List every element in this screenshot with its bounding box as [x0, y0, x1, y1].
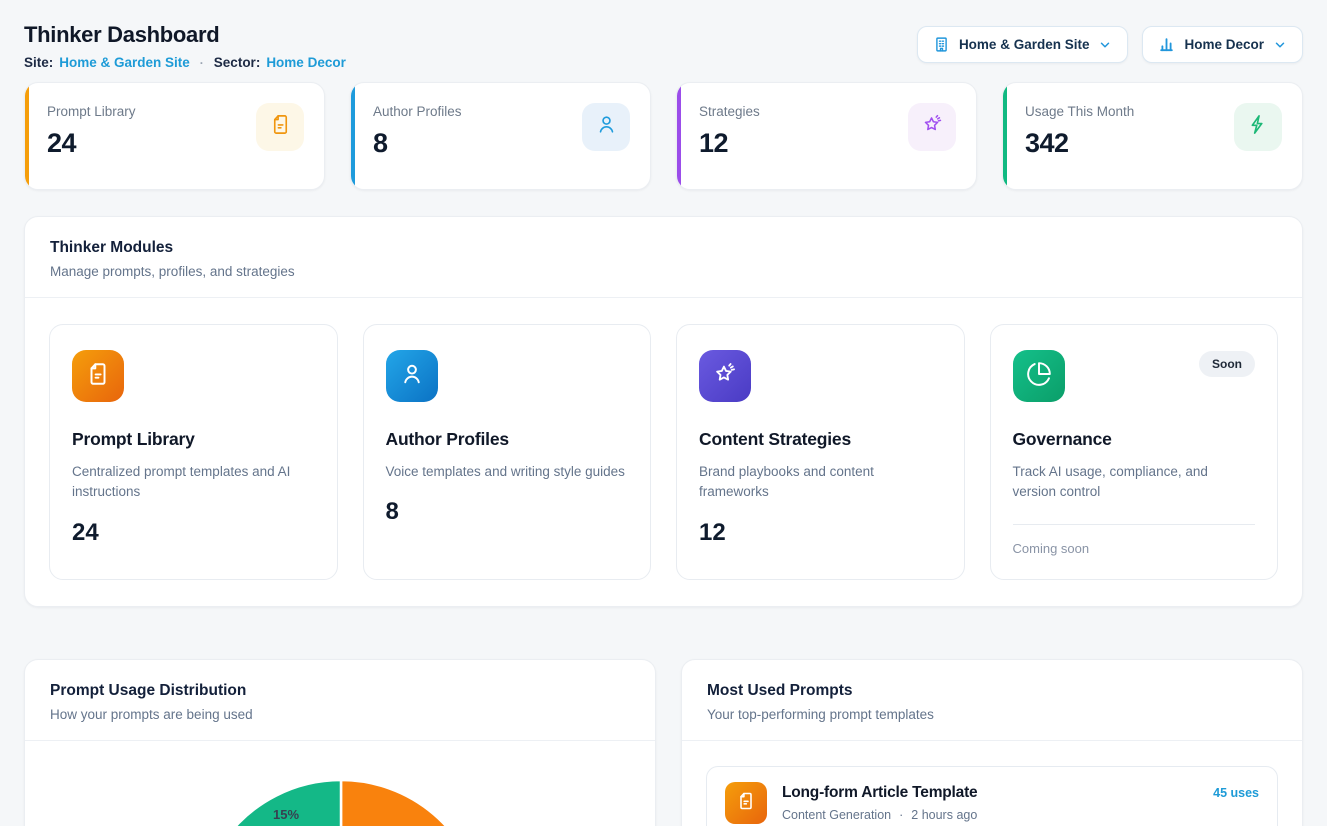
sparkle-star-icon — [921, 113, 944, 141]
stat-icon-box — [256, 103, 304, 151]
modules-title: Thinker Modules — [50, 239, 1277, 257]
page-title: Thinker Dashboard — [24, 22, 346, 48]
donut-segment — [341, 780, 484, 826]
site-selector-label: Home & Garden Site — [959, 37, 1090, 52]
stat-icon-box — [908, 103, 956, 151]
chevron-down-icon — [1273, 38, 1287, 52]
stat-card-usage: Usage This Month 342 — [1002, 82, 1303, 190]
prompt-list: Long-form Article Template Content Gener… — [682, 741, 1302, 826]
module-description: Centralized prompt templates and AI inst… — [72, 462, 315, 503]
meta-dot: · — [899, 808, 903, 822]
pie-chart-icon — [1026, 361, 1052, 392]
header-selectors: Home & Garden Site Home Decor — [917, 26, 1303, 63]
donut-chart-area: 15% — [25, 741, 655, 826]
stat-accent — [677, 83, 681, 189]
sector-selector-label: Home Decor — [1184, 37, 1264, 52]
module-icon-box — [1013, 350, 1065, 402]
module-icon-box — [386, 350, 438, 402]
modules-grid: Prompt Library Centralized prompt templa… — [25, 298, 1302, 606]
module-title: Prompt Library — [72, 429, 315, 450]
stat-accent — [351, 83, 355, 189]
prompt-uses-badge: 45 uses — [1213, 786, 1259, 800]
module-icon-box — [72, 350, 124, 402]
stat-card-author-profiles: Author Profiles 8 — [350, 82, 651, 190]
site-selector-button[interactable]: Home & Garden Site — [917, 26, 1129, 63]
document-icon — [85, 361, 111, 392]
prompt-time: 2 hours ago — [911, 808, 977, 822]
usage-panel-subtitle: How your prompts are being used — [50, 707, 630, 722]
bar-chart-icon — [1158, 36, 1175, 53]
building-icon — [933, 36, 950, 53]
sparkle-star-icon — [712, 361, 738, 392]
prompt-item-body: Long-form Article Template Content Gener… — [782, 784, 1259, 822]
stat-icon-box — [1234, 103, 1282, 151]
module-stat: 8 — [386, 498, 629, 526]
module-stat: 12 — [699, 519, 942, 547]
stat-icon-box — [582, 103, 630, 151]
module-icon-box — [699, 350, 751, 402]
breadcrumb-dot: · — [200, 56, 204, 70]
module-title: Governance — [1013, 429, 1256, 450]
stat-accent — [1003, 83, 1007, 189]
prompts-panel-title: Most Used Prompts — [707, 682, 1277, 700]
module-title: Author Profiles — [386, 429, 629, 450]
prompt-list-item[interactable]: Long-form Article Template Content Gener… — [706, 766, 1278, 826]
sector-label: Sector: — [214, 55, 261, 70]
module-title: Content Strategies — [699, 429, 942, 450]
donut-chart: 15% — [25, 741, 655, 826]
document-icon — [736, 791, 756, 816]
stat-card-strategies: Strategies 12 — [676, 82, 977, 190]
soon-badge: Soon — [1199, 351, 1255, 377]
prompt-category: Content Generation — [782, 808, 891, 822]
prompt-title: Long-form Article Template — [782, 784, 1213, 802]
breadcrumb: Site: Home & Garden Site · Sector: Home … — [24, 55, 346, 70]
stats-row: Prompt Library 24 Author Profiles 8 — [24, 82, 1303, 190]
user-icon — [595, 113, 618, 141]
modules-subtitle: Manage prompts, profiles, and strategies — [50, 264, 1277, 279]
usage-panel-title: Prompt Usage Distribution — [50, 682, 630, 700]
page-header: Thinker Dashboard Site: Home & Garden Si… — [24, 22, 1303, 70]
module-description: Brand playbooks and content frameworks — [699, 462, 942, 503]
prompt-icon-box — [725, 782, 767, 824]
site-label: Site: — [24, 55, 53, 70]
module-card-governance: Soon Governance Track AI usage, complian… — [990, 324, 1279, 580]
module-stat: 24 — [72, 519, 315, 547]
usage-distribution-panel: Prompt Usage Distribution How your promp… — [24, 659, 656, 826]
document-icon — [269, 113, 292, 141]
prompt-meta: Content Generation · 2 hours ago — [782, 808, 1213, 822]
usage-panel-header: Prompt Usage Distribution How your promp… — [25, 660, 655, 741]
modules-panel: Thinker Modules Manage prompts, profiles… — [24, 216, 1303, 607]
modules-header: Thinker Modules Manage prompts, profiles… — [25, 217, 1302, 298]
module-footer: Coming soon — [1013, 541, 1256, 556]
chevron-down-icon — [1098, 38, 1112, 52]
sector-link[interactable]: Home Decor — [266, 55, 346, 70]
stat-accent — [25, 83, 29, 189]
module-card-content-strategies[interactable]: Content Strategies Brand playbooks and c… — [676, 324, 965, 580]
module-description: Voice templates and writing style guides — [386, 462, 629, 482]
most-used-prompts-panel: Most Used Prompts Your top-performing pr… — [681, 659, 1303, 826]
bottom-row: Prompt Usage Distribution How your promp… — [24, 633, 1303, 826]
prompt-item-text: Long-form Article Template Content Gener… — [782, 784, 1213, 822]
user-icon — [399, 361, 425, 392]
site-link[interactable]: Home & Garden Site — [59, 55, 190, 70]
prompts-panel-subtitle: Your top-performing prompt templates — [707, 707, 1277, 722]
sector-selector-button[interactable]: Home Decor — [1142, 26, 1303, 63]
dashboard-page: Thinker Dashboard Site: Home & Garden Si… — [0, 0, 1327, 826]
header-left: Thinker Dashboard Site: Home & Garden Si… — [24, 22, 346, 70]
lightning-icon — [1247, 113, 1270, 141]
module-card-prompt-library[interactable]: Prompt Library Centralized prompt templa… — [49, 324, 338, 580]
module-divider — [1013, 524, 1256, 525]
prompts-panel-header: Most Used Prompts Your top-performing pr… — [682, 660, 1302, 741]
donut-data-label: 15% — [273, 807, 299, 822]
stat-card-prompt-library: Prompt Library 24 — [24, 82, 325, 190]
module-description: Track AI usage, compliance, and version … — [1013, 462, 1256, 503]
module-card-author-profiles[interactable]: Author Profiles Voice templates and writ… — [363, 324, 652, 580]
